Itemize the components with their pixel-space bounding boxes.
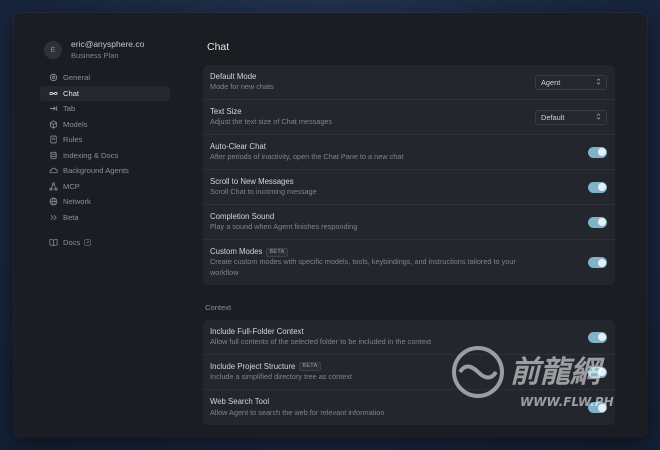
setting-row-default-mode: Default Mode Mode for new chats Agent [203, 65, 615, 100]
sidebar-item-label: Background Agents [63, 166, 129, 176]
setting-desc: Create custom modes with specific models… [210, 257, 516, 267]
chevron-up-down-icon [596, 112, 601, 122]
main-content: Chat Default Mode Mode for new chats Age… [176, 13, 647, 437]
gear-icon [48, 73, 58, 83]
setting-desc-cont: workflow [210, 267, 239, 277]
setting-title: Default Mode [210, 71, 257, 81]
setting-title: Web Search Tool [210, 397, 270, 406]
setting-desc: Allow Agent to search the web for releva… [210, 407, 385, 417]
sidebar-item-chat[interactable]: Chat [40, 85, 170, 101]
setting-desc: Mode for new chats [210, 82, 274, 91]
account-plan: Business Plan [71, 51, 119, 60]
setting-row-custom-modes: Custom Modes BETA Create custom modes wi… [203, 240, 615, 285]
book-icon [48, 135, 58, 145]
setting-row-web-search: Web Search Tool Allow Agent to search th… [203, 390, 615, 425]
sidebar-item-label: Indexing & Docs [63, 150, 119, 160]
avatar: E [44, 41, 62, 59]
setting-title-text: Custom Modes [210, 246, 263, 256]
setting-row-text-size: Text Size Adjust the text size of Chat m… [203, 100, 615, 135]
sidebar-item-mcp[interactable]: MCP [40, 179, 170, 195]
page-title: Chat [207, 41, 230, 53]
sidebar-item-beta[interactable]: Beta [40, 210, 170, 226]
setting-desc: Allow full contents of the selected fold… [210, 337, 432, 346]
sidebar-item-label: General [63, 73, 91, 83]
tab-arrow-icon [48, 104, 58, 114]
infinity-icon [48, 88, 58, 98]
setting-title: Text Size [210, 106, 242, 116]
setting-title: Include Full-Folder Context [210, 326, 304, 336]
toggle-knob [597, 183, 606, 191]
toggle-knob [597, 218, 606, 226]
setting-desc: Scroll Chat to incoming message [210, 187, 317, 196]
web-search-toggle[interactable] [588, 402, 607, 413]
database-icon [48, 150, 58, 160]
default-mode-select[interactable]: Agent [535, 74, 607, 90]
text-size-select[interactable]: Default [535, 109, 607, 125]
full-folder-context-toggle[interactable] [588, 331, 607, 343]
select-value: Default [541, 112, 565, 122]
setting-desc: Include a simplified directory tree as c… [210, 372, 352, 381]
beta-badge: BETA [299, 362, 321, 372]
sidebar-item-docs[interactable]: Docs [40, 235, 170, 251]
setting-row-auto-clear: Auto-Clear Chat After periods of inactiv… [203, 135, 615, 170]
auto-clear-toggle[interactable] [588, 146, 607, 158]
setting-title: Custom Modes BETA [210, 247, 516, 258]
chevron-up-down-icon [596, 77, 601, 87]
context-settings-card: Include Full-Folder Context Allow full c… [203, 320, 615, 425]
setting-row-scroll: Scroll to New Messages Scroll Chat to in… [203, 170, 615, 205]
cube-icon [48, 119, 58, 129]
sidebar-item-label: Chat [63, 88, 80, 98]
nodes-icon [48, 181, 58, 191]
setting-row-project-structure: Include Project Structure BETA Include a… [203, 355, 615, 390]
account-email: eric@anysphere.co [71, 39, 145, 49]
setting-desc: Adjust the text size of Chat messages [210, 117, 333, 126]
account-header: E eric@anysphere.co Business Plan [44, 39, 176, 61]
sidebar-item-tab[interactable]: Tab [40, 101, 170, 117]
setting-title: Scroll to New Messages [210, 176, 294, 186]
toggle-knob [597, 368, 606, 376]
sidebar-item-label: MCP [63, 181, 80, 191]
section-label-context: Context [205, 303, 232, 312]
cloud-icon [48, 166, 58, 176]
sidebar-item-general[interactable]: General [40, 70, 170, 86]
setting-title: Include Project Structure BETA [210, 362, 352, 373]
external-link-icon [84, 239, 91, 246]
custom-modes-toggle[interactable] [588, 257, 607, 268]
completion-sound-toggle[interactable] [588, 216, 607, 228]
sidebar-item-label: Tab [63, 104, 76, 114]
sidebar-item-rules[interactable]: Rules [40, 132, 170, 148]
project-structure-toggle[interactable] [588, 366, 607, 378]
globe-icon [48, 197, 58, 207]
sidebar-item-label: Docs [63, 237, 81, 247]
double-chevron-icon [48, 212, 58, 222]
setting-desc: Play a sound when Agent finishes respond… [210, 222, 358, 231]
sidebar-item-background-agents[interactable]: Background Agents [40, 163, 170, 179]
select-value: Agent [541, 77, 561, 87]
toggle-knob [597, 258, 606, 267]
sidebar-item-label: Rules [63, 135, 83, 145]
setting-title: Auto-Clear Chat [210, 141, 266, 151]
chat-settings-card: Default Mode Mode for new chats Agent Te… [203, 65, 615, 285]
setting-title-text: Include Project Structure [210, 361, 296, 371]
sidebar-item-models[interactable]: Models [40, 117, 170, 133]
sidebar-item-network[interactable]: Network [40, 194, 170, 210]
sidebar: E eric@anysphere.co Business Plan Genera… [14, 13, 176, 437]
sidebar-item-label: Beta [63, 212, 79, 222]
open-book-icon [48, 237, 58, 247]
toggle-knob [597, 403, 606, 412]
sidebar-item-label: Network [63, 197, 91, 207]
setting-desc: After periods of inactivity, open the Ch… [210, 152, 404, 161]
scroll-new-messages-toggle[interactable] [588, 181, 607, 193]
setting-row-completion-sound: Completion Sound Play a sound when Agent… [203, 205, 615, 240]
sidebar-item-indexing[interactable]: Indexing & Docs [40, 148, 170, 164]
toggle-knob [597, 333, 606, 341]
toggle-knob [597, 148, 606, 156]
setting-row-full-folder: Include Full-Folder Context Allow full c… [203, 320, 615, 355]
setting-title: Completion Sound [210, 211, 275, 221]
beta-badge: BETA [266, 247, 288, 257]
settings-window: E eric@anysphere.co Business Plan Genera… [14, 13, 647, 437]
sidebar-item-label: Models [63, 119, 88, 129]
